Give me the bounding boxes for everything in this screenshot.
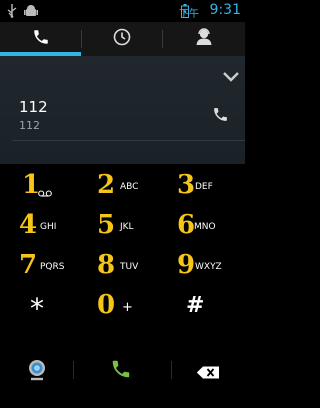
tab-call-log[interactable] [82, 22, 162, 56]
key-letters: GHI [40, 222, 57, 232]
android-debug-icon [24, 3, 38, 22]
key-9[interactable]: 9 WXYZ [164, 250, 244, 282]
key-letters: ABC [120, 182, 139, 192]
tab-bar [0, 22, 245, 56]
key-letters: + [122, 300, 133, 315]
key-7[interactable]: 7 PQRS [0, 250, 80, 282]
key-8[interactable]: 8 TUV [82, 250, 162, 282]
tab-contacts[interactable] [163, 22, 245, 56]
status-bar: 下午 9:31 [0, 0, 245, 22]
key-letters: JKL [120, 222, 134, 232]
key-digit: # [186, 293, 205, 318]
clock-icon [113, 28, 131, 50]
usb-icon [6, 3, 18, 22]
dialed-number[interactable]: 112 [19, 98, 48, 116]
key-digit: 3 [177, 170, 196, 200]
tab-phone[interactable] [0, 22, 81, 56]
key-4[interactable]: 4 GHI [0, 210, 80, 242]
number-display-panel: 112 112 [0, 56, 245, 164]
key-pound[interactable]: # [164, 290, 244, 322]
key-letters: TUV [120, 262, 139, 272]
call-button[interactable] [110, 358, 132, 384]
voicemail-icon [38, 182, 52, 201]
key-digit: 0 [97, 290, 116, 320]
backspace-icon[interactable] [196, 364, 220, 383]
key-0[interactable]: 0 + [82, 290, 162, 322]
phone-icon [32, 28, 50, 50]
status-clock: 9:31 [209, 2, 241, 18]
key-2[interactable]: 2 ABC [82, 170, 162, 202]
key-star[interactable]: * [0, 290, 80, 325]
key-1[interactable]: 1 [0, 170, 80, 202]
key-digit: 2 [97, 170, 116, 200]
key-letters: WXYZ [195, 262, 222, 272]
video-call-icon[interactable] [27, 359, 47, 385]
key-digit: 9 [177, 250, 196, 280]
action-divider [171, 361, 172, 379]
key-5[interactable]: 5 JKL [82, 210, 162, 242]
number-underline [12, 140, 245, 141]
key-letters: MNO [194, 222, 216, 232]
key-digit: 5 [97, 210, 116, 240]
call-shortcut-icon[interactable] [212, 106, 229, 127]
key-digit: * [30, 292, 44, 325]
key-digit: 6 [177, 210, 196, 240]
key-6[interactable]: 6 MNO [164, 210, 244, 242]
key-digit: 4 [19, 210, 38, 240]
status-ampm: 下午 [179, 9, 199, 20]
key-digit: 8 [97, 250, 116, 280]
contact-icon [195, 28, 213, 50]
key-3[interactable]: 3 DEF [164, 170, 244, 202]
key-letters: PQRS [40, 262, 65, 272]
dialer-action-bar [0, 350, 245, 390]
key-letters: DEF [195, 182, 213, 192]
chevron-down-icon[interactable] [222, 68, 240, 87]
action-divider [73, 361, 74, 379]
key-digit: 7 [19, 250, 38, 280]
bottom-strip [0, 390, 245, 408]
dialed-number-subtitle: 112 [19, 119, 40, 132]
